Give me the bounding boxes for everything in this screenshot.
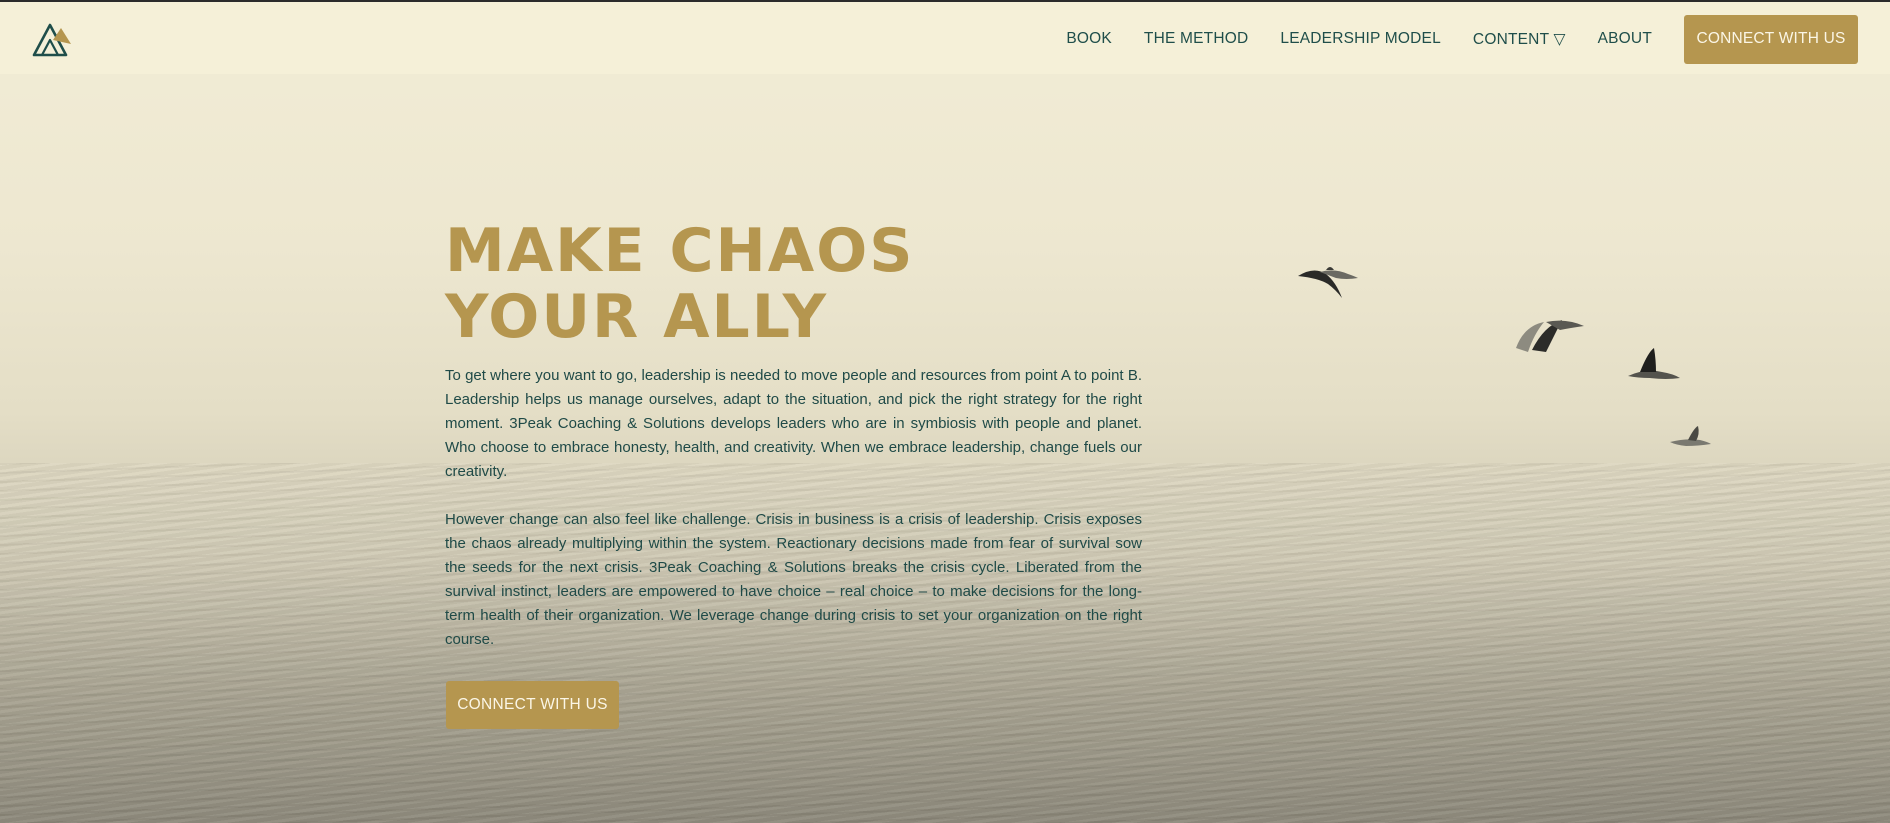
seagull-icon xyxy=(1670,426,1711,446)
hero-headline: MAKE CHAOS YOUR ALLY xyxy=(445,218,1142,350)
main-nav: BOOK THE METHOD LEADERSHIP MODEL CONTENT… xyxy=(1034,14,1858,64)
seagull-icon xyxy=(1516,320,1584,352)
nav-content-dropdown[interactable]: CONTENT ▽ xyxy=(1473,30,1566,49)
hero-connect-button[interactable]: CONNECT WITH US xyxy=(446,681,619,729)
nav-the-method[interactable]: THE METHOD xyxy=(1144,30,1248,48)
headline-line-2: YOUR ALLY xyxy=(445,282,829,352)
hero-paragraph-1: To get where you want to go, leadership … xyxy=(445,367,1142,480)
seagull-icon xyxy=(1628,348,1680,379)
nav-about[interactable]: ABOUT xyxy=(1598,30,1652,48)
triangle-peaks-logo-icon[interactable] xyxy=(31,18,73,58)
seagull-icon xyxy=(1298,267,1358,298)
nav-book[interactable]: BOOK xyxy=(1066,30,1112,48)
hero-paragraph-2: However change can also feel like challe… xyxy=(445,511,1142,648)
hero-content: MAKE CHAOS YOUR ALLY To get where you wa… xyxy=(445,218,1142,652)
site-header: BOOK THE METHOD LEADERSHIP MODEL CONTENT… xyxy=(0,2,1890,74)
nav-leadership-model[interactable]: LEADERSHIP MODEL xyxy=(1280,30,1441,48)
header-connect-button[interactable]: CONNECT WITH US xyxy=(1684,14,1858,64)
headline-line-1: MAKE CHAOS xyxy=(445,216,915,286)
